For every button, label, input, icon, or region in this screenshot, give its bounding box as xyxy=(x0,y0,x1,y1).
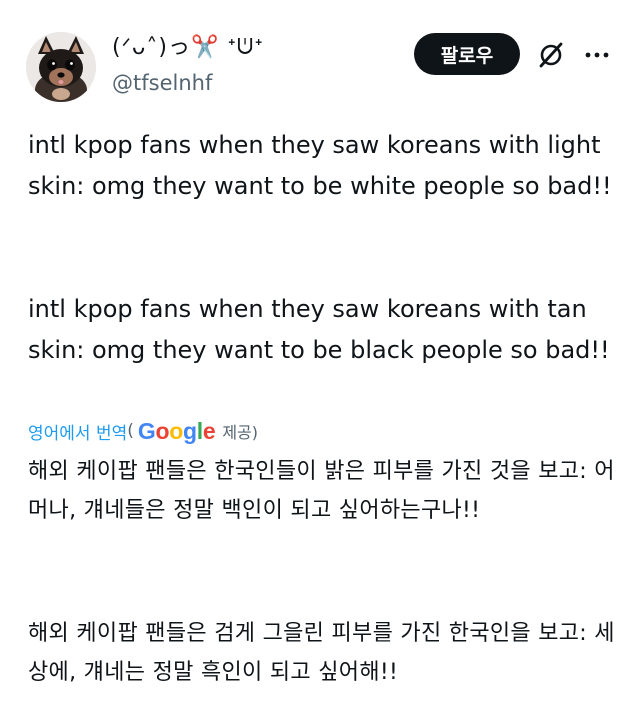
avatar-image xyxy=(26,32,96,102)
more-icon[interactable] xyxy=(582,40,612,70)
follow-button[interactable]: 팔로우 xyxy=(414,33,520,75)
provided-by-label: 제공) xyxy=(222,423,259,442)
grok-icon[interactable] xyxy=(536,40,566,70)
google-logo-letter: o xyxy=(169,417,183,444)
translated-text-paragraph: 해외 케이팝 팬들은 검게 그을린 피부를 가진 한국인을 보고: 세상에, 걔… xyxy=(28,621,615,685)
tweet-text-paragraph: intl kpop fans when they saw koreans wit… xyxy=(28,131,612,200)
display-name[interactable]: (ᐟᴗ˄)っ✂️ ᕀᕫᕀ xyxy=(112,34,264,62)
translation-attribution: 영어에서 번역 ( Google 제공) xyxy=(28,414,258,448)
open-paren: ( xyxy=(127,421,134,441)
avatar[interactable] xyxy=(26,32,96,102)
translated-text-paragraph: 해외 케이팝 팬들은 한국인들이 밝은 피부를 가진 것을 보고: 어머나, 걔… xyxy=(28,459,615,523)
google-logo: Google xyxy=(137,417,216,445)
google-logo-letter: o xyxy=(155,417,170,444)
translated-from-link[interactable]: 영어에서 번역 xyxy=(28,419,127,444)
tweet-header: (ᐟᴗ˄)っ✂️ ᕀᕫᕀ @tfselnhf 팔로우 xyxy=(0,0,640,110)
user-handle[interactable]: @tfselnhf xyxy=(112,70,212,96)
google-logo-letter: g xyxy=(182,417,197,444)
tweet-text-paragraph: intl kpop fans when they saw koreans wit… xyxy=(28,295,610,364)
google-logo-letter: e xyxy=(202,417,216,444)
google-logo-letter: G xyxy=(137,417,156,444)
